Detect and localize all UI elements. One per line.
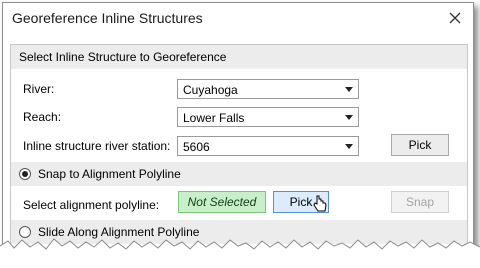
station-label: Inline structure river station: (23, 139, 171, 153)
title-bar: Georeference Inline Structures (3, 3, 473, 33)
snap-radio[interactable] (19, 168, 31, 180)
polyline-status-badge: Not Selected (178, 191, 266, 213)
georeference-dialog: Georeference Inline Structures Select In… (2, 2, 474, 266)
reach-value: Lower Falls (183, 111, 245, 125)
station-value: 5606 (183, 140, 210, 154)
close-icon[interactable] (445, 8, 465, 28)
chevron-down-icon (345, 87, 353, 92)
station-dropdown[interactable]: 5606 (177, 136, 359, 156)
reach-label: Reach: (23, 110, 62, 124)
radio-selected-dot (22, 171, 28, 177)
pick-station-button[interactable]: Pick (391, 134, 449, 156)
polyline-label: Select alignment polyline: (23, 198, 160, 212)
river-label: River: (23, 82, 55, 96)
chevron-down-icon (345, 115, 353, 120)
snap-button[interactable]: Snap (391, 191, 449, 213)
chevron-down-icon (345, 144, 353, 149)
mouse-cursor-icon (313, 195, 327, 212)
section-header: Select Inline Structure to Georeference (11, 45, 467, 69)
section-header-text: Select Inline Structure to Georeference (19, 50, 227, 64)
reach-dropdown[interactable]: Lower Falls (177, 107, 359, 127)
window-title: Georeference Inline Structures (12, 10, 203, 26)
river-value: Cuyahoga (183, 83, 238, 97)
river-dropdown[interactable]: Cuyahoga (177, 79, 359, 99)
snap-option-label: Snap to Alignment Polyline (38, 167, 181, 181)
torn-edge-decoration (0, 238, 480, 268)
snap-option-row[interactable]: Snap to Alignment Polyline (11, 162, 467, 186)
